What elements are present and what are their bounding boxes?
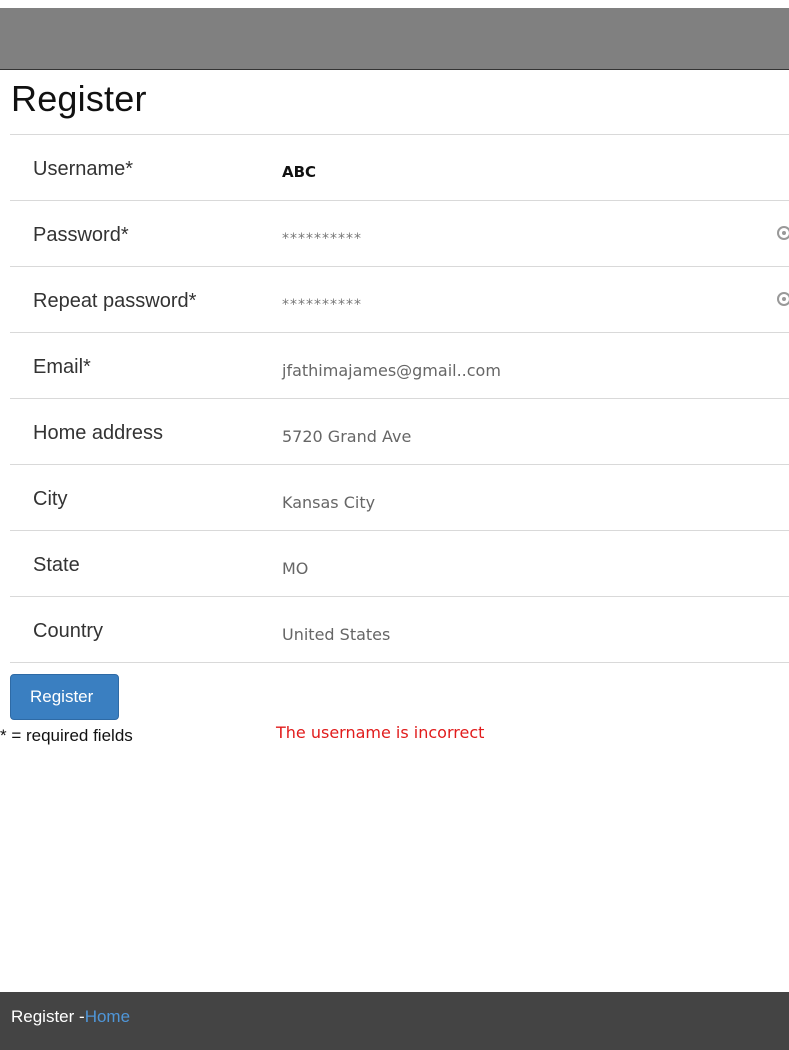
email-label: Email* bbox=[33, 356, 91, 378]
city-field[interactable]: Kansas City bbox=[282, 493, 375, 512]
form-row-email: Email* jfathimajames@gmail..com bbox=[10, 333, 789, 399]
footer: Register -Home bbox=[0, 992, 789, 1050]
register-page: Register Username* ABC Password* *******… bbox=[0, 0, 789, 1050]
form-row-username: Username* ABC bbox=[10, 135, 789, 201]
country-field[interactable]: United States bbox=[282, 625, 390, 644]
home-address-label: Home address bbox=[33, 422, 164, 444]
form-row-password: Password* ********** bbox=[10, 201, 789, 267]
eye-icon[interactable] bbox=[777, 292, 789, 306]
home-address-field[interactable]: 5720 Grand Ave bbox=[282, 427, 411, 446]
error-message: The username is incorrect bbox=[276, 723, 485, 742]
eye-icon[interactable] bbox=[777, 226, 789, 240]
footer-text-wrap: Register -Home bbox=[11, 1007, 130, 1027]
repeat-password-label: Repeat password* bbox=[33, 290, 197, 312]
username-label: Username* bbox=[33, 158, 134, 180]
registration-form: Username* ABC Password* ********** Repea… bbox=[10, 134, 789, 663]
country-label: Country bbox=[33, 620, 104, 642]
email-field[interactable]: jfathimajames@gmail..com bbox=[282, 361, 501, 380]
state-label: State bbox=[33, 554, 80, 576]
password-label: Password* bbox=[33, 224, 129, 246]
city-label: City bbox=[33, 488, 68, 510]
form-row-city: City Kansas City bbox=[10, 465, 789, 531]
password-field[interactable]: ********** bbox=[282, 231, 362, 247]
form-row-country: Country United States bbox=[10, 597, 789, 663]
home-link[interactable]: Home bbox=[85, 1007, 130, 1026]
username-field[interactable]: ABC bbox=[282, 163, 316, 181]
state-field[interactable]: MO bbox=[282, 559, 308, 578]
form-row-home-address: Home address 5720 Grand Ave bbox=[10, 399, 789, 465]
top-bar bbox=[0, 8, 789, 70]
required-fields-note: * = required fields bbox=[0, 726, 133, 745]
repeat-password-field[interactable]: ********** bbox=[282, 297, 362, 313]
footer-text: Register - bbox=[11, 1007, 85, 1026]
form-row-state: State MO bbox=[10, 531, 789, 597]
register-button[interactable]: Register bbox=[10, 674, 119, 720]
page-title: Register bbox=[11, 78, 147, 119]
form-row-repeat-password: Repeat password* ********** bbox=[10, 267, 789, 333]
